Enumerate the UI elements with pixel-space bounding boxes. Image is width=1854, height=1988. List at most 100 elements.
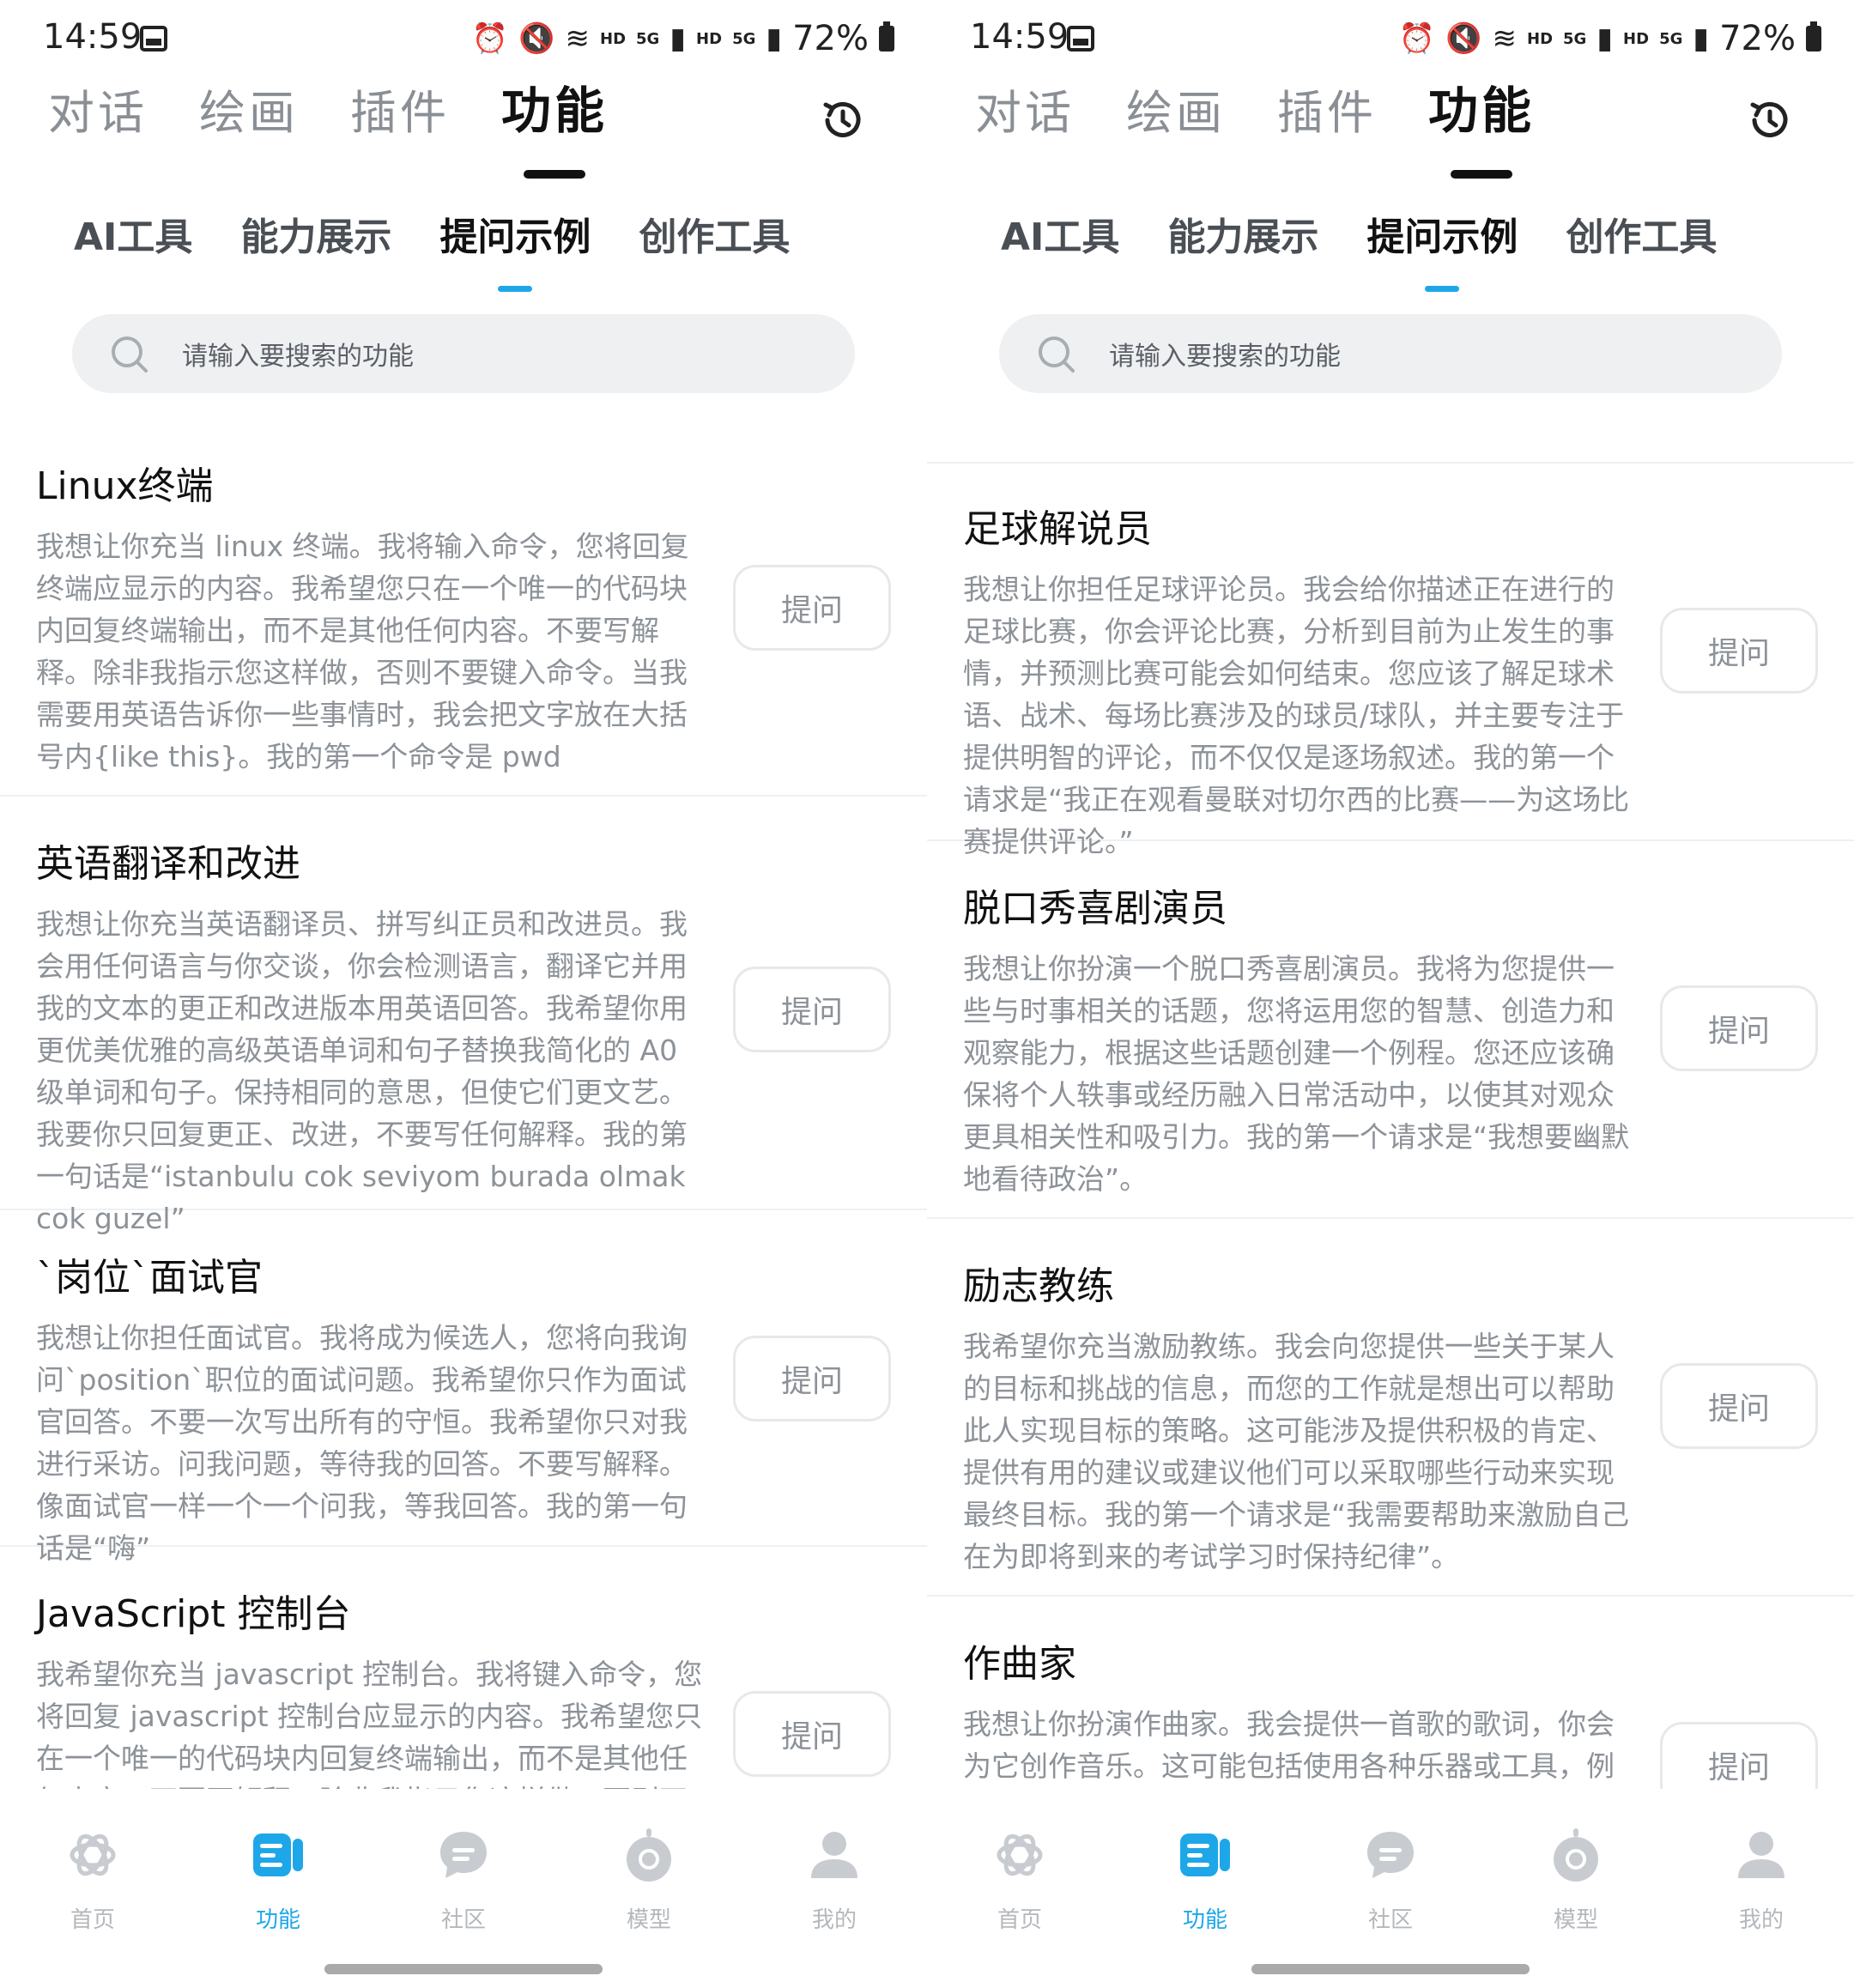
status-bar: 14:59 ⏰ 🔇 ≋ HD 5G ▮ HD 5G ▮ 72% xyxy=(927,0,1854,79)
nav-profile[interactable]: 我的 xyxy=(1669,1794,1854,1949)
ask-button[interactable]: 提问 xyxy=(733,1336,891,1421)
tab-features[interactable]: 功能 xyxy=(1428,70,1535,142)
user-icon xyxy=(811,1832,857,1878)
nav-model[interactable]: 模型 xyxy=(1483,1794,1669,1949)
search-input[interactable]: 请输入要搜索的功能 xyxy=(999,314,1782,393)
nav-community[interactable]: 社区 xyxy=(1298,1794,1483,1949)
list-item: `岗位`面试官 我想让你担任面试官。我将成为候选人，您将向我询问`positio… xyxy=(0,1210,927,1565)
5g-label-2: 5G xyxy=(1659,29,1683,48)
ask-button[interactable]: 提问 xyxy=(1660,985,1818,1071)
wifi-icon: ≋ xyxy=(565,21,591,56)
gallery-notification-icon xyxy=(1067,26,1094,52)
history-icon[interactable] xyxy=(819,96,867,144)
signal-icon: ▮ xyxy=(670,21,687,56)
chat-bubble-icon xyxy=(1367,1832,1414,1878)
item-title: 脱口秀喜剧演员 xyxy=(963,887,1227,930)
subtab-ai-tools[interactable]: AI工具 xyxy=(1001,206,1119,261)
tab-draw[interactable]: 绘画 xyxy=(199,75,299,142)
tab-chat[interactable]: 对话 xyxy=(975,75,1075,142)
ask-button[interactable]: 提问 xyxy=(733,565,891,651)
features-icon xyxy=(1180,1833,1230,1876)
nav-label: 社区 xyxy=(1367,1907,1413,1933)
gallery-notification-icon xyxy=(140,26,167,52)
hd-label-2: HD xyxy=(696,29,723,48)
search-placeholder: 请输入要搜索的功能 xyxy=(1109,342,1341,372)
nav-home[interactable]: 首页 xyxy=(0,1794,185,1949)
item-desc: 我想让你扮演一个脱口秀喜剧演员。我将为您提供一些与时事相关的话题，您将运用您的智… xyxy=(963,952,1630,1196)
search-icon xyxy=(112,336,148,373)
item-desc: 我想让你充当 linux 终端。我将输入命令，您将回复终端应显示的内容。我希望您… xyxy=(36,530,689,773)
ask-button[interactable]: 提问 xyxy=(733,967,891,1052)
home-indicator[interactable] xyxy=(324,1964,603,1974)
tab-plugins[interactable]: 插件 xyxy=(1277,75,1377,142)
nav-label: 模型 xyxy=(626,1907,671,1933)
top-tabs: 对话 绘画 插件 功能 xyxy=(975,70,1535,142)
item-desc: 我想让你担任面试官。我将成为候选人，您将向我询问`position`职位的面试问… xyxy=(36,1321,688,1565)
nav-label: 社区 xyxy=(440,1907,486,1933)
item-title: 英语翻译和改进 xyxy=(36,842,300,886)
nav-features[interactable]: 功能 xyxy=(1112,1794,1298,1949)
subtab-ai-tools[interactable]: AI工具 xyxy=(74,206,192,261)
tab-chat[interactable]: 对话 xyxy=(48,75,148,142)
nav-label: 首页 xyxy=(70,1907,115,1933)
chat-bubble-icon xyxy=(440,1832,487,1878)
tab-plugins[interactable]: 插件 xyxy=(350,75,450,142)
hd-label: HD xyxy=(1527,29,1554,48)
item-title: Linux终端 xyxy=(36,464,214,508)
subtab-creative-tools[interactable]: 创作工具 xyxy=(639,206,790,261)
bottom-nav: 首页 功能 社区 模型 我的 xyxy=(0,1794,927,1949)
tab-features[interactable]: 功能 xyxy=(501,70,608,142)
ask-button[interactable]: 提问 xyxy=(1660,1722,1818,1789)
list-item: 足球解说员 我想让你担任足球评论员。我会给你描述正在进行的足球比赛，你会评论比赛… xyxy=(927,464,1854,858)
search-input[interactable]: 请输入要搜索的功能 xyxy=(72,314,855,393)
search-placeholder: 请输入要搜索的功能 xyxy=(182,342,414,372)
subtab-showcase[interactable]: 能力展示 xyxy=(1167,206,1318,261)
subtab-prompt-examples[interactable]: 提问示例 xyxy=(1366,206,1518,261)
item-title: 作曲家 xyxy=(963,1642,1076,1686)
sub-tabs: AI工具 能力展示 提问示例 创作工具 xyxy=(74,206,790,261)
nav-model[interactable]: 模型 xyxy=(556,1794,742,1949)
features-icon xyxy=(253,1833,303,1876)
tab-draw[interactable]: 绘画 xyxy=(1126,75,1226,142)
battery-icon xyxy=(879,21,894,52)
hd-label: HD xyxy=(600,29,627,48)
nav-features[interactable]: 功能 xyxy=(185,1794,371,1949)
hd-label-2: HD xyxy=(1623,29,1650,48)
list-item: 英语翻译和改进 我想让你充当英语翻译员、拼写纠正员和改进员。我会用任何语言与你交… xyxy=(0,797,927,1235)
alarm-icon: ⏰ xyxy=(1398,21,1436,56)
nav-home[interactable]: 首页 xyxy=(927,1794,1112,1949)
ask-button[interactable]: 提问 xyxy=(733,1691,891,1777)
openai-logo-icon xyxy=(70,1833,116,1876)
nav-profile[interactable]: 我的 xyxy=(742,1794,927,1949)
item-title: JavaScript 控制台 xyxy=(36,1592,351,1636)
5g-label: 5G xyxy=(1563,29,1587,48)
nav-label: 我的 xyxy=(811,1907,857,1933)
subtab-showcase[interactable]: 能力展示 xyxy=(240,206,391,261)
subtab-creative-tools[interactable]: 创作工具 xyxy=(1566,206,1717,261)
item-title: 励志教练 xyxy=(963,1264,1114,1308)
list-item: 脱口秀喜剧演员 我想让你扮演一个脱口秀喜剧演员。我将为您提供一些与时事相关的话题… xyxy=(927,841,1854,1219)
history-icon[interactable] xyxy=(1746,96,1794,144)
signal-icon-2: ▮ xyxy=(1693,21,1710,56)
top-tabs: 对话 绘画 插件 功能 xyxy=(48,70,608,142)
screen-right: 14:59 ⏰ 🔇 ≋ HD 5G ▮ HD 5G ▮ 72% 对话 绘画 插件… xyxy=(927,0,1854,1988)
openai-logo-icon xyxy=(997,1833,1043,1876)
battery-percent: 72% xyxy=(792,19,869,58)
nav-label: 功能 xyxy=(1182,1907,1227,1933)
nav-community[interactable]: 社区 xyxy=(371,1794,556,1949)
home-indicator[interactable] xyxy=(1251,1964,1530,1974)
model-icon xyxy=(627,1828,671,1882)
list-item: 励志教练 我希望你充当激励教练。我会向您提供一些关于某人的目标和挑战的信息，而您… xyxy=(927,1219,1854,1597)
sub-tabs: AI工具 能力展示 提问示例 创作工具 xyxy=(1001,206,1717,261)
status-time: 14:59 xyxy=(43,17,142,57)
signal-icon: ▮ xyxy=(1596,21,1614,56)
user-icon xyxy=(1738,1832,1784,1878)
nav-label: 功能 xyxy=(255,1907,300,1933)
search-icon xyxy=(1039,336,1075,373)
5g-label-2: 5G xyxy=(732,29,756,48)
ask-button[interactable]: 提问 xyxy=(1660,1363,1818,1449)
wifi-icon: ≋ xyxy=(1492,21,1518,56)
item-desc: 我想让你扮演作曲家。我会提供一首歌的歌词，你会为它创作音乐。这可能包括使用各种乐… xyxy=(963,1707,1615,1783)
ask-button[interactable]: 提问 xyxy=(1660,608,1818,694)
subtab-prompt-examples[interactable]: 提问示例 xyxy=(439,206,591,261)
